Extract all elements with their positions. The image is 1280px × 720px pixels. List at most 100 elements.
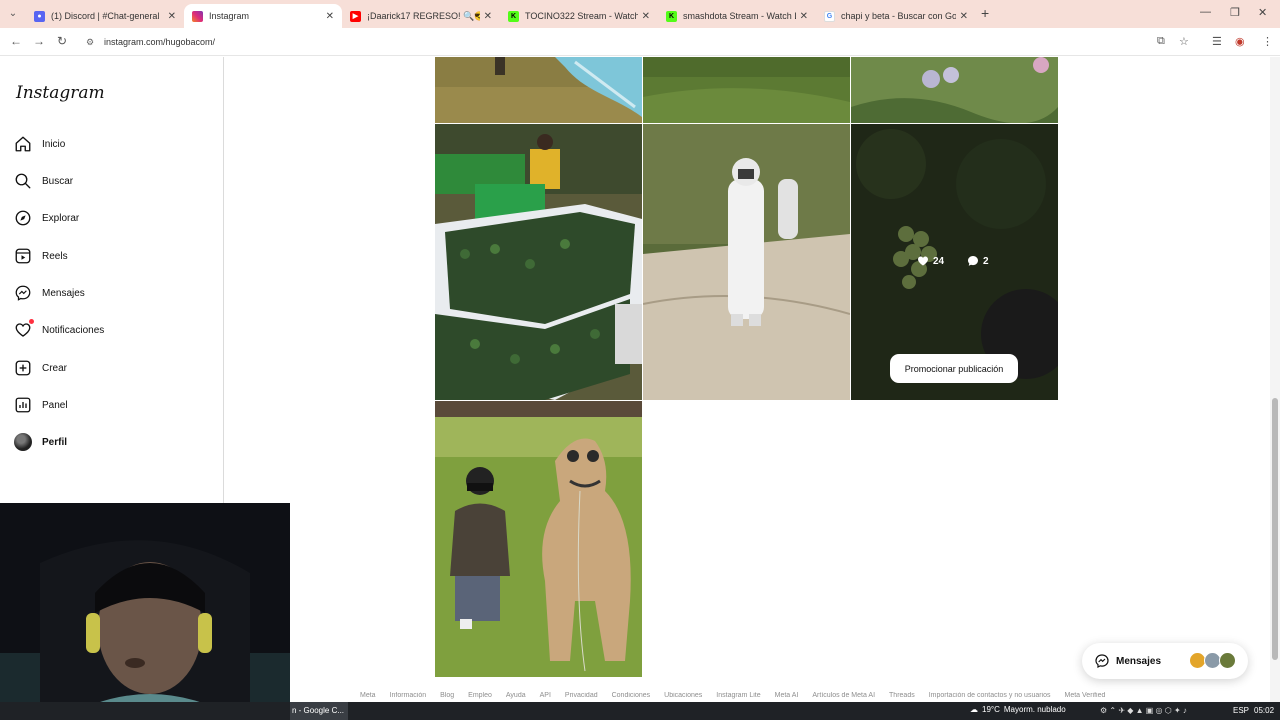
- post-thumbnail[interactable]: [851, 57, 1058, 123]
- system-tray-icons[interactable]: ⚙ ⌃ ✈ ◆ ▲ ▣ ◎ ⬡ ✦ ♪: [1100, 706, 1187, 715]
- promote-post-button[interactable]: Promocionar publicación: [890, 354, 1018, 383]
- media-control-icon[interactable]: ☰: [1212, 35, 1222, 48]
- messenger-icon: [15, 285, 31, 301]
- footer-link[interactable]: Condiciones: [612, 692, 651, 702]
- nav-crear[interactable]: Crear: [14, 357, 214, 379]
- post-thumbnail-beekeeper[interactable]: [643, 124, 850, 400]
- tab-youtube[interactable]: ▶ ¡Daarick17 REGRESO! 🔍😎 Sa ✕: [342, 4, 500, 28]
- weather-widget[interactable]: ☁ 19°C Mayorm. nublado: [970, 705, 1066, 714]
- tab-google[interactable]: G chapi y beta - Buscar con Goog ✕: [816, 4, 976, 28]
- footer-link[interactable]: Meta AI: [775, 692, 799, 702]
- footer-link[interactable]: Blog: [440, 692, 454, 702]
- cloud-icon: ☁: [970, 705, 978, 714]
- youtube-icon: ▶: [350, 10, 361, 22]
- language-indicator[interactable]: ESP: [1233, 706, 1249, 715]
- nav-inicio[interactable]: Inicio: [14, 133, 214, 155]
- post-thumbnail-alpaca[interactable]: [435, 401, 642, 677]
- comments-count: 2: [967, 255, 989, 267]
- forward-icon[interactable]: →: [33, 34, 45, 48]
- tab-bar: ⌄ ● (1) Discord | #Chat-general ✕ Instag…: [0, 0, 1280, 28]
- footer-link[interactable]: Meta: [360, 692, 376, 702]
- nav-notificaciones[interactable]: Notificaciones: [14, 319, 214, 341]
- site-info-icon[interactable]: ⚙: [86, 37, 98, 48]
- restore-icon[interactable]: ❐: [1230, 6, 1240, 19]
- close-tab-icon[interactable]: ✕: [800, 11, 808, 22]
- footer-link[interactable]: Empleo: [468, 692, 492, 702]
- new-tab-button[interactable]: +: [981, 5, 989, 21]
- nav-explorar[interactable]: Explorar: [14, 207, 214, 229]
- footer-link[interactable]: Instagram Lite: [716, 692, 760, 702]
- likes-count: 24: [917, 255, 944, 267]
- tab-kick-smashdota[interactable]: K smashdota Stream - Watch Live ✕: [658, 4, 816, 28]
- instagram-sidebar: Instagram Inicio Buscar Explorar Reels M…: [0, 57, 224, 503]
- back-icon[interactable]: ←: [10, 34, 22, 48]
- messenger-icon: [1095, 654, 1109, 668]
- post-thumbnail[interactable]: [643, 57, 850, 123]
- nav-panel[interactable]: Panel: [14, 394, 214, 416]
- close-tab-icon[interactable]: ✕: [326, 11, 334, 22]
- footer-link[interactable]: Información: [390, 692, 427, 702]
- footer-link[interactable]: API: [540, 692, 551, 702]
- nav-perfil[interactable]: Perfil: [14, 431, 214, 453]
- avatar: [1219, 652, 1236, 669]
- plus-square-icon: [15, 360, 31, 376]
- notification-badge: [29, 319, 34, 324]
- instagram-logo[interactable]: Instagram: [16, 83, 105, 103]
- close-window-icon[interactable]: ✕: [1258, 6, 1267, 19]
- home-icon: [15, 136, 31, 152]
- google-icon: G: [824, 10, 835, 22]
- nav-mensajes[interactable]: Mensajes: [14, 282, 214, 304]
- nav-buscar[interactable]: Buscar: [14, 170, 214, 192]
- post-image: [643, 57, 850, 123]
- footer-link[interactable]: Ayuda: [506, 692, 526, 702]
- tab-discord[interactable]: ● (1) Discord | #Chat-general ✕: [26, 4, 184, 28]
- heart-filled-icon: [918, 256, 928, 266]
- footer-link[interactable]: Privacidad: [565, 692, 598, 702]
- discord-icon: ●: [34, 10, 45, 22]
- footer-link[interactable]: Importación de contactos y no usuarios: [929, 692, 1051, 702]
- footer-link[interactable]: Meta Verified: [1065, 692, 1106, 702]
- post-image: [435, 401, 642, 677]
- address-bar[interactable]: ⚙ instagram.com/hugobacom/: [80, 32, 1200, 52]
- browser-menu-icon[interactable]: ⋮: [1262, 35, 1273, 48]
- comment-filled-icon: [968, 256, 978, 266]
- profile-icon[interactable]: ◉: [1235, 35, 1245, 48]
- windows-taskbar: n - Google C... ☁ 19°C Mayorm. nublado ⚙…: [0, 702, 1280, 720]
- browser-toolbar: ← → ↻ ⚙ instagram.com/hugobacom/ ⧉ ☆ ☰ ◉…: [0, 28, 1280, 56]
- instagram-footer: Meta Información Blog Empleo Ayuda API P…: [360, 692, 1140, 702]
- close-tab-icon[interactable]: ✕: [168, 11, 176, 22]
- reload-icon[interactable]: ↻: [57, 34, 67, 48]
- post-image: [643, 124, 850, 400]
- close-tab-icon[interactable]: ✕: [642, 11, 650, 22]
- footer-link[interactable]: Threads: [889, 692, 915, 702]
- webcam-image: [0, 503, 290, 720]
- tab-search-icon[interactable]: ⌄: [6, 7, 20, 21]
- post-thumbnail[interactable]: [435, 57, 642, 123]
- tab-instagram[interactable]: Instagram ✕: [184, 4, 342, 28]
- nav-reels[interactable]: Reels: [14, 245, 214, 267]
- clock[interactable]: 05:02: [1254, 706, 1274, 715]
- close-tab-icon[interactable]: ✕: [484, 11, 492, 22]
- footer-link[interactable]: Ubicaciones: [664, 692, 702, 702]
- chart-icon: [15, 397, 31, 413]
- post-image: [435, 124, 642, 400]
- install-app-icon[interactable]: ⧉: [1157, 35, 1165, 48]
- taskbar-chrome-window[interactable]: n - Google C...: [290, 702, 348, 720]
- scrollbar-thumb[interactable]: [1272, 398, 1278, 660]
- compass-icon: [15, 210, 31, 226]
- instagram-icon: [192, 10, 203, 22]
- url-text[interactable]: instagram.com/hugobacom/: [104, 37, 215, 47]
- post-image: [435, 57, 642, 123]
- kick-icon: K: [666, 10, 677, 22]
- post-thumbnail-avocados[interactable]: [435, 124, 642, 400]
- minimize-icon[interactable]: —: [1200, 6, 1211, 18]
- footer-link[interactable]: Artículos de Meta AI: [812, 692, 875, 702]
- close-tab-icon[interactable]: ✕: [960, 11, 968, 22]
- tab-kick-tocino[interactable]: K TOCINO322 Stream - Watch Live ✕: [500, 4, 658, 28]
- kick-icon: K: [508, 10, 519, 22]
- post-image: [851, 57, 1058, 123]
- bookmark-star-icon[interactable]: ☆: [1179, 35, 1189, 48]
- search-icon: [15, 173, 31, 189]
- avatar: [14, 433, 32, 451]
- webcam-overlay: [0, 503, 290, 720]
